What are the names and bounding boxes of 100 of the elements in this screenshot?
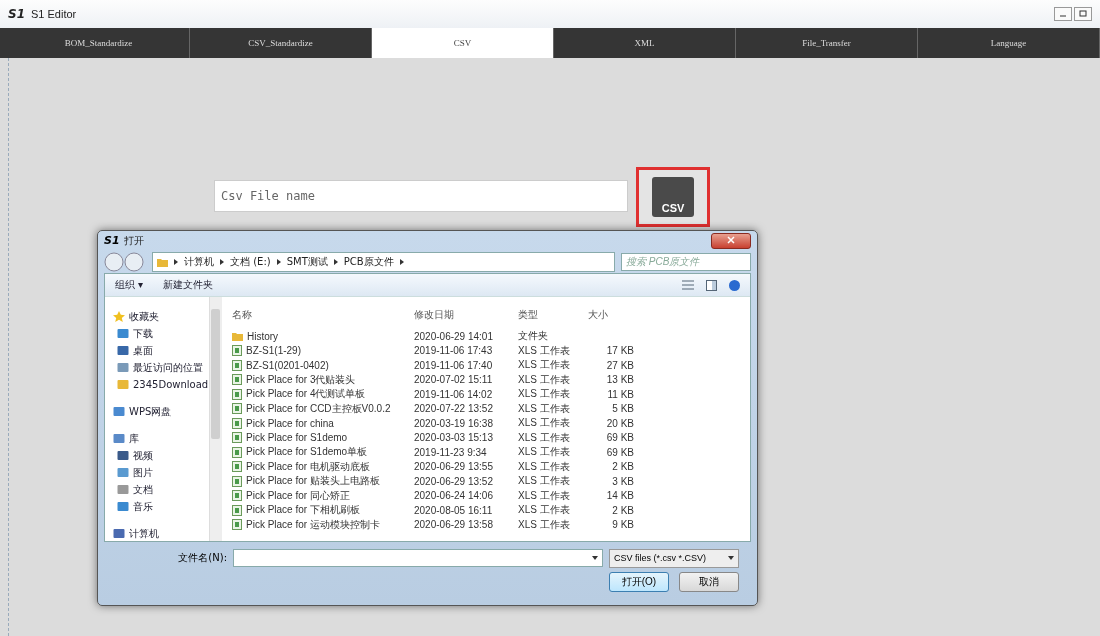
address-bar[interactable]: 计算机 文档 (E:) SMT测试 PCB原文件 <box>152 251 615 272</box>
view-icon[interactable] <box>682 280 694 291</box>
table-cell-text: 2020-03-03 15:13 <box>414 432 494 444</box>
chevron-icon <box>220 258 224 265</box>
open-csv-button[interactable]: CSV <box>636 167 710 227</box>
table-cell-text: 2020-06-29 13:55 <box>414 461 494 473</box>
close-button[interactable] <box>711 232 751 249</box>
sidebar-item[interactable]: 收藏夹 <box>129 309 159 324</box>
sidebar-item[interactable]: 库 <box>129 431 139 446</box>
table-cell-text: XLS 工作表 <box>518 489 571 503</box>
spreadsheet-icon <box>232 447 242 458</box>
spreadsheet-icon <box>232 476 242 487</box>
pane-icon[interactable] <box>706 279 717 291</box>
table-cell-text: XLS 工作表 <box>518 503 571 518</box>
file-type-dropdown[interactable]: CSV files (*.csv *.CSV) <box>609 548 739 568</box>
table-cell-text: 2020-07-22 13:52 <box>414 403 494 415</box>
file-name[interactable]: BZ-S1(1-29) <box>246 345 301 357</box>
table-cell-text: XLS 工作表 <box>518 402 571 416</box>
file-name[interactable]: Pick Place for 运动模块控制卡 <box>246 518 380 532</box>
spreadsheet-icon <box>232 505 242 516</box>
table-cell-text: 2020-08-05 16:11 <box>414 505 494 516</box>
sidebar-item[interactable]: 视频 <box>133 448 153 463</box>
table-cell-text: XLS 工作表 <box>518 474 571 489</box>
file-name[interactable]: Pick Place for S1demo单板 <box>246 445 368 460</box>
table-cell-text: 5 KB <box>611 403 634 415</box>
file-name[interactable]: Pick Place for 电机驱动底板 <box>246 460 370 474</box>
table-cell-text: XLS 工作表 <box>518 431 571 445</box>
file-name[interactable]: Pick Place for 同心矫正 <box>246 489 350 503</box>
table-cell-text: 2019-11-06 17:40 <box>414 360 494 371</box>
table-cell-text: 20 KB <box>605 418 634 429</box>
file-name-input[interactable] <box>233 549 603 568</box>
tab[interactable]: CSV <box>372 28 554 58</box>
file-name[interactable]: Pick Place for 贴装头上电路板 <box>246 474 380 489</box>
table-cell-text: 2019-11-23 9:34 <box>414 447 488 458</box>
toolbar-button[interactable]: 新建文件夹 <box>162 278 213 293</box>
table-cell-text: XLS 工作表 <box>518 416 571 431</box>
open-button[interactable]: 打开(O) <box>609 572 669 593</box>
file-name[interactable]: Pick Place for CCD主控板V0.0.2 <box>246 402 391 416</box>
table-cell-text: 9 KB <box>611 519 634 531</box>
column-header[interactable]: 类型 <box>518 308 588 323</box>
spreadsheet-icon <box>232 374 242 386</box>
sidebar-item[interactable]: 最近访问的位置 <box>133 360 203 375</box>
file-name[interactable]: History <box>247 331 279 342</box>
caret-icon <box>592 556 598 561</box>
sidebar-item[interactable]: WPS网盘 <box>129 404 172 419</box>
folder-icon <box>232 331 243 342</box>
table-cell-text: 13 KB <box>605 374 634 386</box>
file-name[interactable]: Pick Place for 4代测试单板 <box>246 387 366 402</box>
scrollbar[interactable] <box>209 297 222 542</box>
table-cell-text: 14 KB <box>605 490 634 502</box>
chevron-icon <box>333 258 338 265</box>
sidebar-item[interactable]: 图片 <box>133 465 153 480</box>
file-name[interactable]: Pick Place for 下相机刷板 <box>246 503 360 518</box>
sidebar-item[interactable]: 桌面 <box>133 343 153 358</box>
window-title: S1 Editor <box>31 8 77 20</box>
dialog-logo: S1 <box>104 234 120 248</box>
breadcrumb-item[interactable]: PCB原文件 <box>343 254 394 269</box>
back-forward-icon[interactable] <box>104 251 146 272</box>
cancel-button[interactable]: 取消 <box>679 572 739 593</box>
table-cell-text: 2020-06-29 13:58 <box>414 519 494 531</box>
file-name[interactable]: Pick Place for china <box>246 418 334 429</box>
spreadsheet-icon <box>232 461 242 473</box>
chevron-icon <box>174 258 178 265</box>
sidebar-item[interactable]: 音乐 <box>133 499 153 514</box>
spreadsheet-icon <box>232 432 242 444</box>
table-cell-text: 2020-07-02 15:11 <box>414 374 494 386</box>
chevron-icon <box>399 258 404 265</box>
chevron-icon <box>276 258 281 265</box>
file-name[interactable]: Pick Place for 3代贴装头 <box>246 373 356 387</box>
column-header[interactable]: 名称 <box>232 308 414 323</box>
search-field[interactable]: 搜索 PCB原文件 <box>621 252 751 271</box>
toolbar-button[interactable]: 组织 ▾ <box>115 278 143 293</box>
breadcrumb-item[interactable]: SMT测试 <box>286 254 328 269</box>
spreadsheet-icon <box>232 418 242 429</box>
table-cell-text: 文件夹 <box>518 329 549 344</box>
breadcrumb-item[interactable]: 文档 (E:) <box>230 254 271 269</box>
minimize-button[interactable] <box>1054 7 1072 21</box>
sidebar-item[interactable]: 2345Download <box>133 379 209 391</box>
close-icon <box>727 236 735 245</box>
breadcrumb-item[interactable]: 计算机 <box>184 254 214 269</box>
file-name-field[interactable]: Csv File name <box>214 180 628 212</box>
spreadsheet-icon <box>232 519 242 531</box>
table-cell-text: 2020-03-19 16:38 <box>414 418 494 429</box>
table-cell-text: 69 KB <box>605 447 634 458</box>
column-header[interactable]: 大小 <box>588 308 634 323</box>
maximize-button[interactable] <box>1074 7 1092 21</box>
table-cell-text: 2 KB <box>611 461 634 473</box>
sidebar-item[interactable]: 下载 <box>133 326 153 341</box>
table-cell-text: 2019-11-06 14:02 <box>414 389 494 400</box>
sidebar-item[interactable]: 文档 <box>133 482 153 497</box>
table-cell-text: XLS 工作表 <box>518 358 571 373</box>
spreadsheet-icon <box>232 490 242 502</box>
table-cell-text: 2020-06-24 14:06 <box>414 490 494 502</box>
table-cell-text: 17 KB <box>605 345 634 357</box>
table-cell-text: 2020-06-29 14:01 <box>414 331 494 342</box>
sidebar-item[interactable]: 计算机 <box>129 526 159 541</box>
column-header[interactable]: 修改日期 <box>414 308 518 323</box>
file-name[interactable]: BZ-S1(0201-0402) <box>246 360 329 371</box>
file-name[interactable]: Pick Place for S1demo <box>246 432 348 444</box>
spreadsheet-icon <box>232 389 242 400</box>
